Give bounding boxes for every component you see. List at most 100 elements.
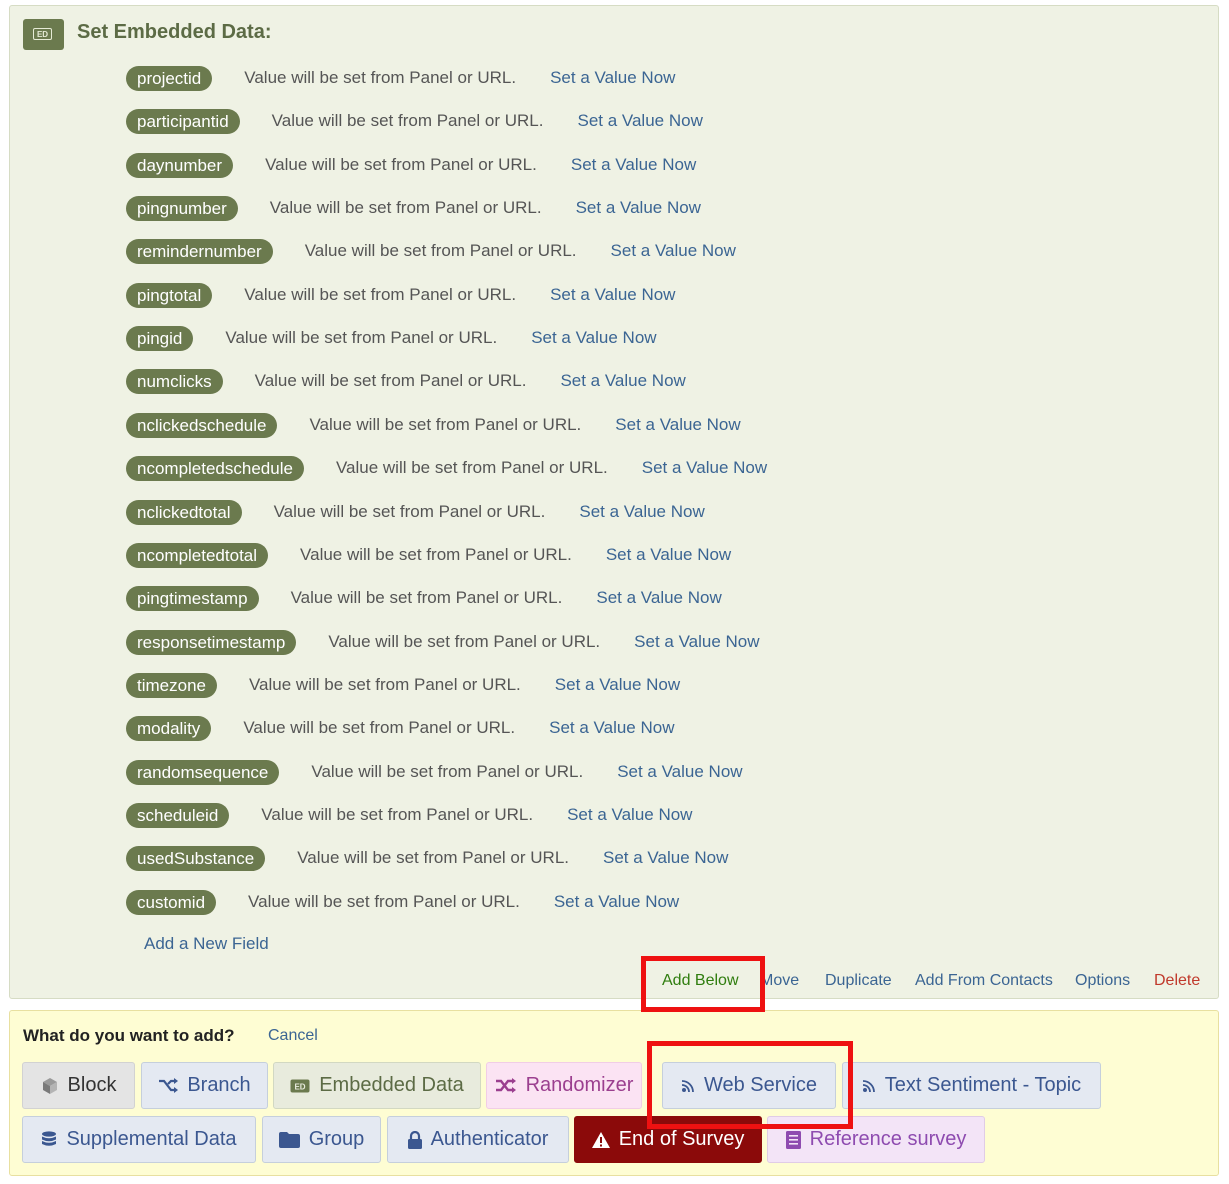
field-name-pill[interactable]: randomsequence [126,759,280,785]
field-value-description: Value will be set from Panel or URL. [311,762,584,781]
set-value-now-link[interactable]: Set a Value Now [531,328,656,348]
branch-button[interactable]: Branch [141,1062,268,1109]
embedded-data-button-label: Embedded Data [319,1074,464,1096]
field-name-pill[interactable]: responsetimestamp [126,629,297,655]
field-row: ncompletedtotal Value will be set from Pa… [126,542,731,568]
add-question: What do you want to add? [23,1026,235,1045]
set-value-now-link[interactable]: Set a Value Now [634,632,759,652]
document-icon [785,1130,801,1149]
embedded-data-button[interactable]: ED Embedded Data [273,1062,481,1109]
field-row: scheduleid Value will be set from Panel o… [126,802,692,828]
field-name-pill[interactable]: nclickedtotal [126,499,242,525]
field-name-pill[interactable]: pingid [126,325,194,351]
set-value-now-link[interactable]: Set a Value Now [617,762,742,782]
field-value-description: Value will be set from Panel or URL. [244,285,517,304]
field-name-pill[interactable]: nclickedschedule [126,412,278,438]
randomizer-button[interactable]: Randomizer [486,1062,642,1109]
set-value-now-link[interactable]: Set a Value Now [577,111,702,131]
field-row: daynumber Value will be set from Panel or… [126,152,696,178]
group-button[interactable]: Group [262,1116,381,1163]
branch-button-label: Branch [187,1074,251,1096]
field-name-pill[interactable]: remindernumber [126,238,273,264]
field-name-pill[interactable]: timezone [126,672,217,698]
field-row: nclickedschedule Value will be set from P… [126,412,741,438]
field-name-pill[interactable]: customid [126,889,217,915]
text-sentiment-button-label: Text Sentiment - Topic [884,1074,1082,1096]
set-value-now-link[interactable]: Set a Value Now [549,718,674,738]
field-value-description: Value will be set from Panel or URL. [225,328,498,347]
set-value-now-link[interactable]: Set a Value Now [642,458,767,478]
field-row: usedSubstance Value will be set from Pane… [126,845,728,871]
set-value-now-link[interactable]: Set a Value Now [603,848,728,868]
field-value-description: Value will be set from Panel or URL. [273,502,546,521]
field-name-pill[interactable]: modality [126,715,212,741]
set-value-now-link[interactable]: Set a Value Now [596,588,721,608]
field-name-pill[interactable]: ncompletedtotal [126,542,269,568]
set-value-now-link[interactable]: Set a Value Now [611,241,736,261]
field-value-description: Value will be set from Panel or URL. [304,241,577,260]
warning-icon [591,1131,610,1148]
field-name-pill[interactable]: participantid [126,108,240,134]
set-value-now-link[interactable]: Set a Value Now [550,68,675,88]
add-from-contacts-link[interactable]: Add From Contacts [915,972,1053,994]
set-value-now-link[interactable]: Set a Value Now [576,198,701,218]
options-link[interactable]: Options [1075,972,1130,994]
field-row: numclicks Value will be set from Panel or… [126,368,686,394]
end-of-survey-button-label: End of Survey [618,1128,745,1150]
set-value-now-link[interactable]: Set a Value Now [615,415,740,435]
panel-title: Set Embedded Data: [77,21,272,43]
ed-badge-text: ED [33,28,52,40]
field-value-description: Value will be set from Panel or URL. [265,155,537,174]
rss-icon [681,1079,695,1093]
add-element-panel: What do you want to add? Cancel Block Br… [9,1010,1219,1176]
field-value-description: Value will be set from Panel or URL. [248,892,520,911]
set-value-now-link[interactable]: Set a Value Now [571,155,696,175]
delete-link[interactable]: Delete [1154,972,1200,994]
field-value-description: Value will be set from Panel or URL. [290,588,563,607]
field-name-pill[interactable]: pingtotal [126,282,213,308]
field-name-pill[interactable]: pingnumber [126,195,238,221]
set-value-now-link[interactable]: Set a Value Now [554,892,679,912]
set-value-now-link[interactable]: Set a Value Now [560,371,685,391]
field-row: pingtotal Value will be set from Panel or… [126,282,675,308]
set-value-now-link[interactable]: Set a Value Now [555,675,680,695]
set-value-now-link[interactable]: Set a Value Now [550,285,675,305]
authenticator-button[interactable]: Authenticator [387,1116,569,1163]
supplemental-data-button[interactable]: Supplemental Data [22,1116,256,1163]
field-row: customid Value will be set from Panel or … [126,889,679,915]
field-name-pill[interactable]: scheduleid [126,802,230,828]
field-value-description: Value will be set from Panel or URL. [243,718,516,737]
field-row: nclickedtotal Value will be set from Pane… [126,499,705,525]
text-sentiment-button[interactable]: Text Sentiment - Topic [842,1062,1101,1109]
set-value-now-link[interactable]: Set a Value Now [606,545,731,565]
field-name-pill[interactable]: projectid [126,65,213,91]
field-value-description: Value will be set from Panel or URL. [254,371,527,390]
field-name-pill[interactable]: ncompletedschedule [126,455,304,481]
field-name-pill[interactable]: pingtimestamp [126,585,259,611]
cancel-link[interactable]: Cancel [268,1027,318,1045]
field-name-pill[interactable]: daynumber [126,152,234,178]
supplemental-data-button-label: Supplemental Data [66,1128,237,1150]
field-row: participantid Value will be set from Pane… [126,108,703,134]
reference-survey-button[interactable]: Reference survey [767,1116,985,1163]
field-value-description: Value will be set from Panel or URL. [309,415,582,434]
add-new-field-link[interactable]: Add a New Field [144,934,269,954]
duplicate-link[interactable]: Duplicate [825,972,892,994]
svg-text:ED: ED [295,1082,306,1091]
set-value-now-link[interactable]: Set a Value Now [567,805,692,825]
field-value-description: Value will be set from Panel or URL. [244,68,517,87]
field-value-description: Value will be set from Panel or URL. [300,545,572,564]
field-value-description: Value will be set from Panel or URL. [328,632,601,651]
ed-icon: ED [290,1079,310,1093]
embedded-data-panel: ED Set Embedded Data: projectid Value wil… [9,5,1219,999]
block-button[interactable]: Block [22,1062,135,1109]
end-of-survey-button[interactable]: End of Survey [574,1116,762,1163]
move-link[interactable]: Move [760,972,799,994]
field-name-pill[interactable]: usedSubstance [126,845,266,871]
add-below-link[interactable]: Add Below [662,972,739,994]
set-value-now-link[interactable]: Set a Value Now [579,502,704,522]
field-value-description: Value will be set from Panel or URL. [271,111,544,130]
field-name-pill[interactable]: numclicks [126,368,223,394]
folder-icon [278,1131,300,1148]
web-service-button[interactable]: Web Service [662,1062,836,1109]
